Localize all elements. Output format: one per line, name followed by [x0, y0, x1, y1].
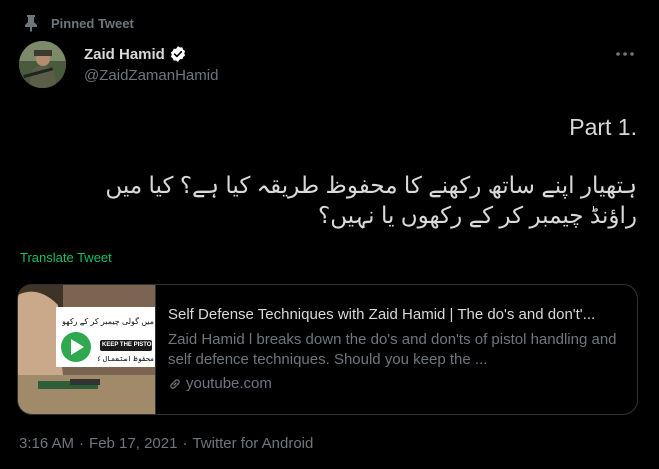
tweet-urdu-line-2: راؤنڈ چیمبر کر کے رکھوں یا نہیں؟: [318, 202, 637, 228]
meta-separator: ·: [182, 435, 188, 452]
tweet-text: .Part 1 ہتھیار اپنے ساتھ رکھنے کا محفوظ …: [18, 112, 637, 230]
thumbnail-caption-bot: محفوظ استعمال کیا ہے: [98, 356, 154, 363]
meta-separator: ·: [79, 435, 85, 452]
tweet-source: Twitter for Android: [192, 435, 314, 452]
author-name[interactable]: Zaid Hamid: [84, 46, 165, 63]
card-thumbnail: میں گولی چیمبر کر کے رکھوں؟ KEEP THE PIS…: [18, 285, 156, 414]
link-preview-card[interactable]: میں گولی چیمبر کر کے رکھوں؟ KEEP THE PIS…: [17, 284, 638, 415]
author-handle[interactable]: @ZaidZamanHamid: [84, 67, 218, 84]
card-domain-text: youtube.com: [186, 375, 272, 392]
translate-tweet-link[interactable]: Translate Tweet: [20, 250, 112, 265]
pinned-header: Pinned Tweet: [24, 13, 134, 33]
thumbnail-caption-top: میں گولی چیمبر کر کے رکھوں؟: [62, 317, 154, 326]
tweet-date[interactable]: Feb 17, 2021: [89, 435, 177, 452]
tweet-time[interactable]: 3:16 AM: [19, 435, 74, 452]
tweet-meta: 3:16 AM · Feb 17, 2021 · Twitter for And…: [19, 435, 313, 452]
more-horizontal-icon: [616, 52, 634, 56]
pinned-label: Pinned Tweet: [51, 15, 134, 31]
card-domain: youtube.com: [168, 375, 625, 392]
card-body: Self Defense Techniques with Zaid Hamid …: [156, 285, 637, 414]
link-icon: [168, 377, 182, 391]
avatar[interactable]: [19, 41, 66, 88]
card-description: Zaid Hamid l breaks down the do's and do…: [168, 331, 617, 368]
tweet-part-label: .Part 1: [569, 114, 637, 140]
more-options-button[interactable]: [613, 42, 637, 66]
card-title: Self Defense Techniques with Zaid Hamid …: [168, 306, 596, 323]
verified-badge-icon: [169, 45, 187, 63]
tweet-urdu-line-1: ہتھیار اپنے ساتھ رکھنے کا محفوظ طریقہ کی…: [105, 172, 637, 198]
thumbnail-caption-mid: KEEP THE PISTOL: [102, 342, 156, 348]
pin-icon: [24, 14, 38, 32]
author-block: Zaid Hamid @ZaidZamanHamid: [84, 44, 218, 85]
